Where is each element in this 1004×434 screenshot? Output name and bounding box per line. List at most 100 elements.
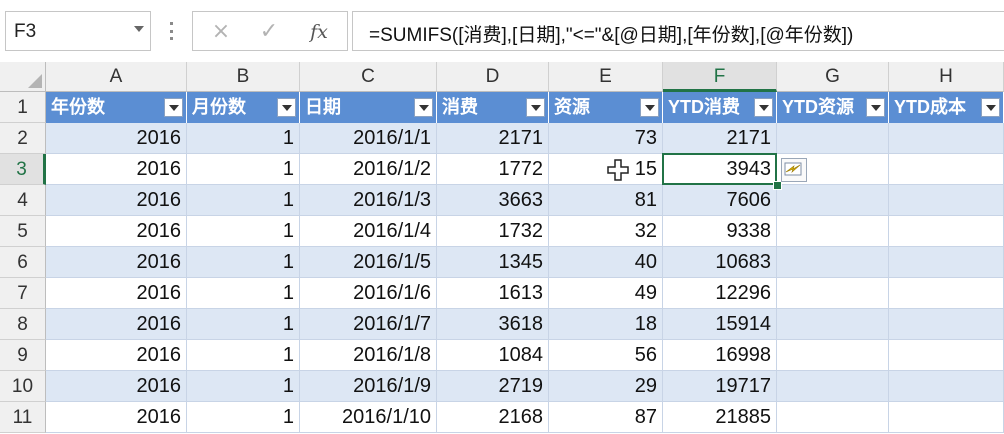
table-cell[interactable]: 1732 xyxy=(437,216,549,247)
column-header-f[interactable]: F xyxy=(663,62,777,92)
filter-dropdown-icon[interactable] xyxy=(526,98,545,117)
filter-dropdown-icon[interactable] xyxy=(981,98,1000,117)
table-cell[interactable]: 2016/1/10 xyxy=(300,402,437,433)
row-header-5[interactable]: 5 xyxy=(0,216,46,247)
row-header-9[interactable]: 9 xyxy=(0,340,46,371)
filter-dropdown-icon[interactable] xyxy=(866,98,885,117)
table-header-cell[interactable]: 资源 xyxy=(549,92,663,123)
table-cell[interactable]: 1 xyxy=(187,309,300,340)
table-cell[interactable]: 15 xyxy=(549,154,663,185)
row-header-6[interactable]: 6 xyxy=(0,247,46,278)
table-cell[interactable]: 10683 xyxy=(663,247,777,278)
table-cell[interactable]: 73 xyxy=(549,123,663,154)
table-cell[interactable]: 2171 xyxy=(437,123,549,154)
table-cell[interactable] xyxy=(777,402,889,433)
table-cell[interactable]: 2016/1/2 xyxy=(300,154,437,185)
column-header-h[interactable]: H xyxy=(889,62,1004,92)
table-cell[interactable] xyxy=(777,309,889,340)
table-cell[interactable]: 1 xyxy=(187,154,300,185)
name-box[interactable]: F3 xyxy=(5,11,151,51)
filter-dropdown-icon[interactable] xyxy=(754,98,773,117)
table-cell[interactable]: 19717 xyxy=(663,371,777,402)
table-cell[interactable]: 2171 xyxy=(663,123,777,154)
table-cell[interactable] xyxy=(777,247,889,278)
table-cell[interactable] xyxy=(777,340,889,371)
table-cell[interactable]: 32 xyxy=(549,216,663,247)
table-header-cell[interactable]: 年份数 xyxy=(46,92,187,123)
table-cell[interactable] xyxy=(777,216,889,247)
table-cell[interactable]: 40 xyxy=(549,247,663,278)
column-header-d[interactable]: D xyxy=(437,62,549,92)
table-cell[interactable]: 81 xyxy=(549,185,663,216)
column-header-a[interactable]: A xyxy=(46,62,187,92)
name-box-dropdown-icon[interactable] xyxy=(134,26,144,32)
filter-dropdown-icon[interactable] xyxy=(640,98,659,117)
worksheet-grid[interactable]: A B C D E F G H 1 2 3 4 5 6 7 8 9 10 11 年份数 月份数 日期 消费 资源 YTD消费 YT… xyxy=(0,62,1004,434)
table-cell[interactable]: 1613 xyxy=(437,278,549,309)
table-cell[interactable]: 15914 xyxy=(663,309,777,340)
table-cell[interactable]: 9338 xyxy=(663,216,777,247)
table-cell[interactable]: 2016 xyxy=(46,247,187,278)
table-cell[interactable]: 87 xyxy=(549,402,663,433)
table-cell[interactable]: 2016/1/4 xyxy=(300,216,437,247)
table-cell[interactable] xyxy=(889,278,1004,309)
row-header-2[interactable]: 2 xyxy=(0,123,46,154)
table-cell[interactable]: 16998 xyxy=(663,340,777,371)
table-header-cell[interactable]: YTD成本 xyxy=(889,92,1004,123)
row-header-11[interactable]: 11 xyxy=(0,402,46,433)
table-cell[interactable]: 18 xyxy=(549,309,663,340)
row-header-8[interactable]: 8 xyxy=(0,309,46,340)
table-cell[interactable]: 7606 xyxy=(663,185,777,216)
table-cell[interactable]: 1 xyxy=(187,216,300,247)
insert-function-icon[interactable]: fx xyxy=(305,18,333,46)
column-header-b[interactable]: B xyxy=(187,62,300,92)
table-header-cell[interactable]: 月份数 xyxy=(187,92,300,123)
table-cell[interactable]: 1 xyxy=(187,340,300,371)
table-cell[interactable]: 1084 xyxy=(437,340,549,371)
filter-dropdown-icon[interactable] xyxy=(164,98,183,117)
filter-dropdown-icon[interactable] xyxy=(277,98,296,117)
autofill-options-icon[interactable] xyxy=(781,158,807,182)
table-cell[interactable] xyxy=(889,216,1004,247)
table-header-cell[interactable]: YTD资源 xyxy=(777,92,889,123)
table-cell[interactable]: 1 xyxy=(187,185,300,216)
select-all-corner[interactable] xyxy=(0,62,46,92)
table-cell[interactable] xyxy=(889,247,1004,278)
table-cell[interactable] xyxy=(777,371,889,402)
table-cell[interactable]: 3663 xyxy=(437,185,549,216)
table-cell[interactable]: 2719 xyxy=(437,371,549,402)
table-cell[interactable]: 1 xyxy=(187,402,300,433)
table-cell[interactable] xyxy=(777,185,889,216)
table-cell[interactable]: 2016 xyxy=(46,123,187,154)
table-cell[interactable] xyxy=(777,278,889,309)
table-cell[interactable]: 2016/1/6 xyxy=(300,278,437,309)
table-cell[interactable]: 2016/1/9 xyxy=(300,371,437,402)
table-cell[interactable]: 2016 xyxy=(46,185,187,216)
column-header-e[interactable]: E xyxy=(549,62,663,92)
table-header-cell[interactable]: YTD消费 xyxy=(663,92,777,123)
table-cell[interactable]: 2016/1/7 xyxy=(300,309,437,340)
table-cell[interactable]: 1 xyxy=(187,278,300,309)
table-cell[interactable]: 2016 xyxy=(46,154,187,185)
row-header-3[interactable]: 3 xyxy=(0,154,46,185)
table-cell[interactable]: 1345 xyxy=(437,247,549,278)
fill-handle[interactable] xyxy=(773,181,782,190)
table-cell[interactable] xyxy=(889,340,1004,371)
filter-dropdown-icon[interactable] xyxy=(414,98,433,117)
table-cell[interactable]: 49 xyxy=(549,278,663,309)
table-cell[interactable] xyxy=(889,402,1004,433)
table-cell[interactable]: 1772 xyxy=(437,154,549,185)
table-cell[interactable]: 2016/1/3 xyxy=(300,185,437,216)
table-cell[interactable] xyxy=(889,123,1004,154)
table-cell[interactable]: 1 xyxy=(187,371,300,402)
formula-bar-grip-icon[interactable] xyxy=(170,22,173,40)
table-cell[interactable]: 2016 xyxy=(46,309,187,340)
table-cell[interactable]: 1 xyxy=(187,247,300,278)
table-cell[interactable] xyxy=(889,371,1004,402)
table-cell[interactable] xyxy=(889,154,1004,185)
row-header-1[interactable]: 1 xyxy=(0,92,46,123)
formula-input[interactable]: =SUMIFS([消费],[日期],"<="&[@日期],[年份数],[@年份数… xyxy=(352,11,1004,51)
table-cell[interactable]: 2016/1/5 xyxy=(300,247,437,278)
table-cell[interactable] xyxy=(889,309,1004,340)
table-cell[interactable]: 2016 xyxy=(46,216,187,247)
